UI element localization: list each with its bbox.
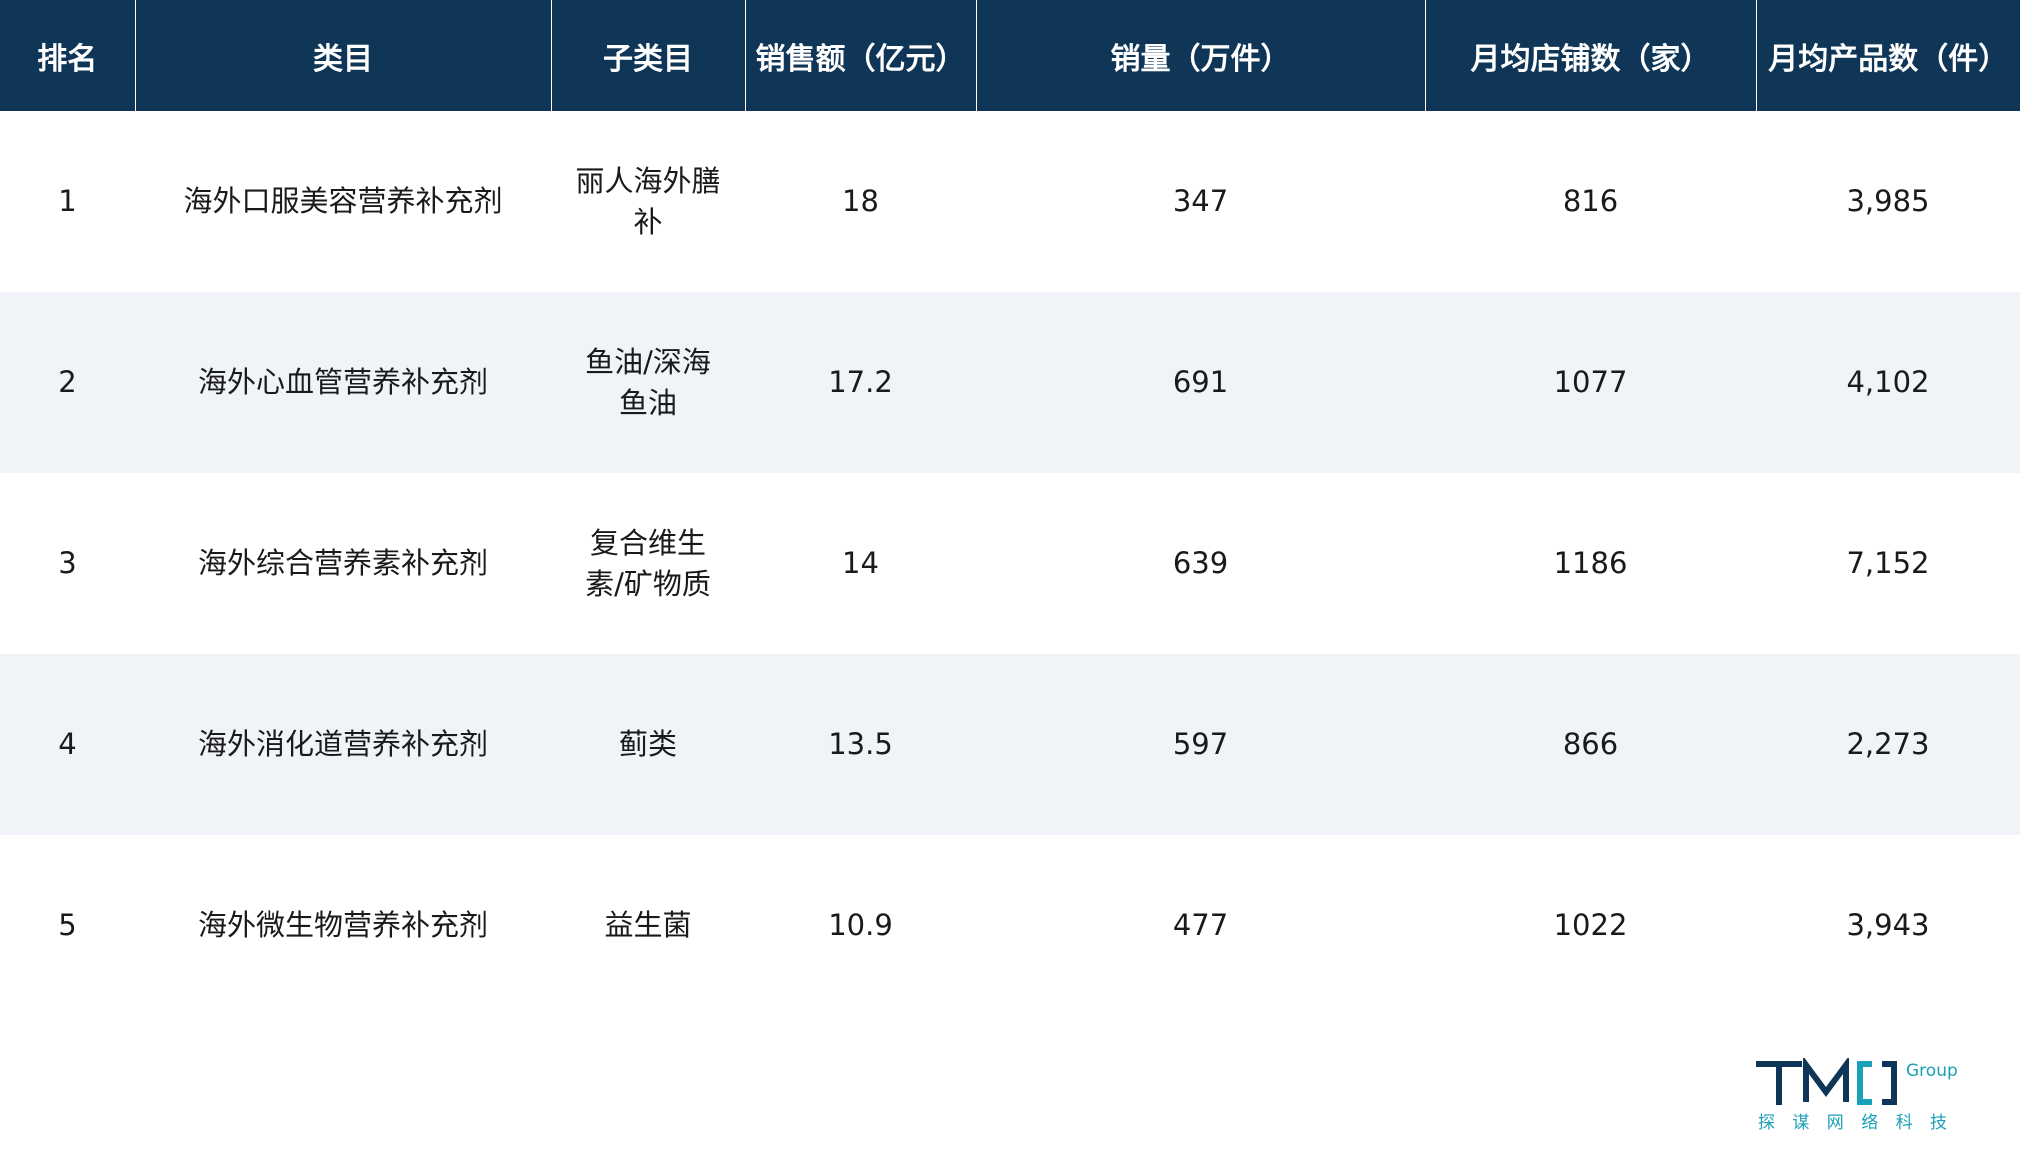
cell-sales-volume: 347 bbox=[976, 111, 1425, 292]
cell-category: 海外口服美容营养补充剂 bbox=[135, 111, 551, 292]
cell-subcategory: 鱼油/深海鱼油 bbox=[551, 292, 745, 473]
cell-monthly-stores: 1022 bbox=[1425, 835, 1756, 1016]
cell-sales-amount: 18 bbox=[745, 111, 976, 292]
cell-category: 海外消化道营养补充剂 bbox=[135, 654, 551, 835]
cell-rank: 3 bbox=[0, 473, 135, 654]
cell-rank: 5 bbox=[0, 835, 135, 1016]
cell-subcategory: 益生菌 bbox=[551, 835, 745, 1016]
cell-monthly-products: 3,985 bbox=[1756, 111, 2020, 292]
logo-tagline: 探 谋 网 络 科 技 bbox=[1758, 1113, 1953, 1133]
cell-category: 海外心血管营养补充剂 bbox=[135, 292, 551, 473]
tmo-group-logo: Group 探 谋 网 络 科 技 bbox=[1756, 1058, 1990, 1138]
header-rank: 排名 bbox=[0, 0, 135, 111]
header-sales-amount: 销售额（亿元） bbox=[745, 0, 976, 111]
cell-category: 海外综合营养素补充剂 bbox=[135, 473, 551, 654]
table-row: 1 海外口服美容营养补充剂 丽人海外膳补 18 347 816 3,985 bbox=[0, 111, 2020, 292]
cell-monthly-stores: 1077 bbox=[1425, 292, 1756, 473]
page: 排名 类目 子类目 销售额（亿元） 销量（万件） 月均店铺数（家） 月均产品数（… bbox=[0, 0, 2020, 1160]
header-subcategory: 子类目 bbox=[551, 0, 745, 111]
table-row: 2 海外心血管营养补充剂 鱼油/深海鱼油 17.2 691 1077 4,102 bbox=[0, 292, 2020, 473]
cell-rank: 2 bbox=[0, 292, 135, 473]
table-row: 4 海外消化道营养补充剂 蓟类 13.5 597 866 2,273 bbox=[0, 654, 2020, 835]
cell-sales-volume: 691 bbox=[976, 292, 1425, 473]
cell-monthly-stores: 1186 bbox=[1425, 473, 1756, 654]
cell-subcategory: 复合维生素/矿物质 bbox=[551, 473, 745, 654]
cell-rank: 1 bbox=[0, 111, 135, 292]
cell-monthly-stores: 866 bbox=[1425, 654, 1756, 835]
cell-monthly-products: 2,273 bbox=[1756, 654, 2020, 835]
cell-subcategory: 蓟类 bbox=[551, 654, 745, 835]
header-monthly-stores: 月均店铺数（家） bbox=[1425, 0, 1756, 111]
cell-rank: 4 bbox=[0, 654, 135, 835]
cell-sales-volume: 477 bbox=[976, 835, 1425, 1016]
cell-monthly-products: 4,102 bbox=[1756, 292, 2020, 473]
cell-sales-amount: 10.9 bbox=[745, 835, 976, 1016]
cell-subcategory: 丽人海外膳补 bbox=[551, 111, 745, 292]
cell-sales-amount: 13.5 bbox=[745, 654, 976, 835]
cell-sales-volume: 639 bbox=[976, 473, 1425, 654]
header-row: 排名 类目 子类目 销售额（亿元） 销量（万件） 月均店铺数（家） 月均产品数（… bbox=[0, 0, 2020, 111]
cell-category: 海外微生物营养补充剂 bbox=[135, 835, 551, 1016]
table-row: 5 海外微生物营养补充剂 益生菌 10.9 477 1022 3,943 bbox=[0, 835, 2020, 1016]
ranking-table: 排名 类目 子类目 销售额（亿元） 销量（万件） 月均店铺数（家） 月均产品数（… bbox=[0, 0, 2020, 1016]
header-sales-volume: 销量（万件） bbox=[976, 0, 1425, 111]
cell-monthly-products: 3,943 bbox=[1756, 835, 2020, 1016]
tmo-logo-mark bbox=[1759, 1064, 1894, 1102]
cell-monthly-stores: 816 bbox=[1425, 111, 1756, 292]
header-monthly-products: 月均产品数（件） bbox=[1756, 0, 2020, 111]
header-category: 类目 bbox=[135, 0, 551, 111]
cell-sales-amount: 14 bbox=[745, 473, 976, 654]
cell-sales-volume: 597 bbox=[976, 654, 1425, 835]
logo-group-text: Group bbox=[1906, 1061, 1958, 1081]
table-row: 3 海外综合营养素补充剂 复合维生素/矿物质 14 639 1186 7,152 bbox=[0, 473, 2020, 654]
cell-sales-amount: 17.2 bbox=[745, 292, 976, 473]
cell-monthly-products: 7,152 bbox=[1756, 473, 2020, 654]
